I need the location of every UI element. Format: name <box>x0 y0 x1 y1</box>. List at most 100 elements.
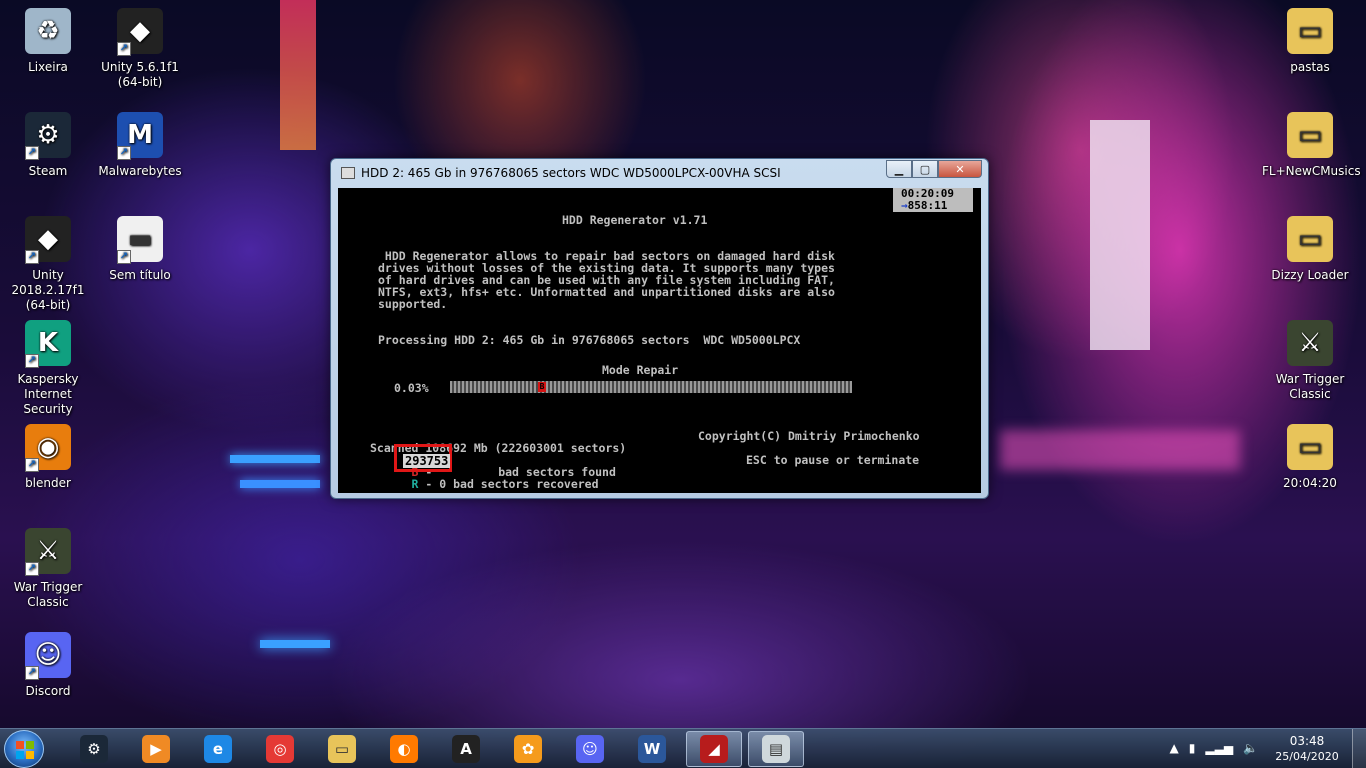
taskbar-hdd-regenerator[interactable]: ◢ <box>686 731 742 767</box>
console-icon: ▤ <box>762 735 790 763</box>
desktop-icon-pastas[interactable]: ▭ pastas <box>1262 8 1358 75</box>
console-app-icon <box>341 167 355 179</box>
recovered-prefix: R <box>411 477 419 491</box>
shortcut-arrow-icon: ↗ <box>25 250 39 264</box>
desktop-icon-war-trigger-right[interactable]: ⚔ War Trigger Classic <box>1262 320 1358 402</box>
unity-icon: ◆ ↗ <box>117 8 163 56</box>
desktop-icon-dizzy-loader[interactable]: ▭ Dizzy Loader <box>1262 216 1358 283</box>
window-title: HDD 2: 465 Gb in 976768065 sectors WDC W… <box>361 166 781 180</box>
word-icon: W <box>638 735 666 763</box>
chrome-icon: ◎ <box>266 735 294 763</box>
desktop-icon-fl-newcmusics[interactable]: ▭ FL+NewCMusics <box>1262 112 1361 179</box>
war-trigger-icon: ⚔ ↗ <box>25 528 71 576</box>
maximize-icon: ▢ <box>919 162 931 176</box>
esc-hint: ESC to pause or terminate <box>746 453 920 467</box>
desktop-icon-discord[interactable]: ☺ ↗ Discord <box>0 632 96 699</box>
desktop-icon-sem-titulo[interactable]: ▬ ↗ Sem título <box>92 216 188 283</box>
wallpaper-neon-sign <box>280 0 316 150</box>
shortcut-arrow-icon: ↗ <box>25 146 39 160</box>
shortcut-arrow-icon: ↗ <box>117 250 131 264</box>
taskbar-discord[interactable]: ☺ <box>562 731 618 767</box>
steam-icon: ⚙ <box>80 735 108 763</box>
war-trigger-icon: ⚔ <box>1287 320 1333 366</box>
unity-icon: ◆ ↗ <box>25 216 71 264</box>
desktop-icon-blender[interactable]: ◉ ↗ blender <box>0 424 96 491</box>
desktop-icon-unity-561[interactable]: ◆ ↗ Unity 5.6.1f1 (64-bit) <box>92 8 188 90</box>
volume-icon[interactable]: 🔈 <box>1243 741 1258 755</box>
shortcut-arrow-icon: ↗ <box>117 146 131 160</box>
folder-icon: ▭ <box>328 735 356 763</box>
kaspersky-icon: K ↗ <box>25 320 71 368</box>
desktop-icon-folder-date[interactable]: ▭ 20:04:20 <box>1262 424 1358 491</box>
malwarebytes-icon: M ↗ <box>117 112 163 160</box>
processing-line: Processing HDD 2: 465 Gb in 976768065 se… <box>378 333 801 347</box>
discord-icon: ☺ <box>576 735 604 763</box>
folder-icon: ▭ <box>1287 424 1333 470</box>
ie-icon: e <box>204 735 232 763</box>
firefox-icon: ◐ <box>390 735 418 763</box>
blender-icon: ◉ ↗ <box>25 424 71 472</box>
document-icon: ▬ ↗ <box>117 216 163 264</box>
taskbar-chrome[interactable]: ◎ <box>252 731 308 767</box>
show-desktop-button[interactable] <box>1352 729 1366 768</box>
wallpaper-neon-sign <box>260 640 330 648</box>
desktop-icon-label: FL+NewCMusics <box>1262 164 1361 178</box>
shortcut-arrow-icon: ↗ <box>117 42 131 56</box>
folder-icon: ▭ <box>1287 216 1333 262</box>
desktop-icon-label: Malwarebytes <box>98 164 182 178</box>
desktop-icon-label: blender <box>25 476 71 490</box>
desktop-icon-unity-2018[interactable]: ◆ ↗ Unity 2018.2.17f1 (64-bit) <box>0 216 96 313</box>
desktop-icon-label: Sem título <box>109 268 171 282</box>
desktop-icon-label: Dizzy Loader <box>1271 268 1349 282</box>
folder-icon: ▭ <box>1287 8 1333 54</box>
fl-studio-icon: ✿ <box>514 735 542 763</box>
mode-label: Mode Repair <box>602 363 679 377</box>
hdd-regenerator-window[interactable]: HDD 2: 465 Gb in 976768065 sectors WDC W… <box>330 158 989 499</box>
taskbar-fl-studio[interactable]: ✿ <box>500 731 556 767</box>
taskbar-internet-explorer[interactable]: e <box>190 731 246 767</box>
desktop-icon-kaspersky[interactable]: K ↗ Kaspersky Internet Security <box>0 320 96 417</box>
shortcut-arrow-icon: ↗ <box>25 666 39 680</box>
desktop-icon-steam[interactable]: ⚙ ↗ Steam <box>0 112 96 179</box>
bad-sector-count: 293753 <box>403 454 451 468</box>
desktop-icon-label: Steam <box>28 164 68 178</box>
desktop-icon-label: 20:04:20 <box>1283 476 1337 490</box>
desktop-icon-recycle-bin[interactable]: ♻ Lixeira <box>0 8 96 75</box>
taskbar-firefox[interactable]: ◐ <box>376 731 432 767</box>
desktop-icon-label: Unity 2018.2.17f1 (64-bit) <box>11 268 85 312</box>
battery-icon[interactable]: ▮ <box>1189 741 1196 755</box>
start-button[interactable] <box>4 730 44 768</box>
shortcut-arrow-icon: ↗ <box>25 458 39 472</box>
taskbar-media-player[interactable]: ▶ <box>128 731 184 767</box>
taskbar-file-explorer[interactable]: ▭ <box>314 731 370 767</box>
minimize-button[interactable]: ▁ <box>886 160 912 178</box>
clock[interactable]: 03:48 25/04/2020 <box>1272 734 1342 764</box>
steam-icon: ⚙ ↗ <box>25 112 71 160</box>
folder-icon: ▭ <box>1287 112 1333 158</box>
chevron-up-icon[interactable]: ▲ <box>1170 741 1179 755</box>
recovered-text: - 0 bad sectors recovered <box>425 477 599 491</box>
desktop-icon-malwarebytes[interactable]: M ↗ Malwarebytes <box>92 112 188 179</box>
windows-logo-icon <box>16 741 34 759</box>
a-circle-icon: A <box>452 735 480 763</box>
timer-panel: 00:20:09 →858:11 <box>893 188 973 212</box>
timer-remaining: 858:11 <box>907 199 948 212</box>
maximize-button[interactable]: ▢ <box>912 160 938 178</box>
progress-bar: B <box>450 381 852 393</box>
clock-time: 03:48 <box>1289 734 1325 748</box>
taskbar-console-window[interactable]: ▤ <box>748 731 804 767</box>
shortcut-arrow-icon: ↗ <box>25 562 39 576</box>
taskbar-word[interactable]: W <box>624 731 680 767</box>
wallpaper-neon-sign <box>1000 430 1240 470</box>
desktop-icon-label: Unity 5.6.1f1 (64-bit) <box>101 60 179 89</box>
taskbar-avast-app[interactable]: A <box>438 731 494 767</box>
desktop-icon-label: Kaspersky Internet Security <box>17 372 79 416</box>
signal-icon[interactable]: ▂▃▅ <box>1205 741 1233 755</box>
wallpaper-neon-sign <box>230 455 320 463</box>
taskbar: ⚙ ▶ e ◎ ▭ ◐ A ✿ ☺ W ◢ ▤ ▲ ▮ ▂▃▅ 🔈 03:48 25/04/2020 <box>0 728 1366 768</box>
desktop-icon-war-trigger-left[interactable]: ⚔ ↗ War Trigger Classic <box>0 528 96 610</box>
hdd-regenerator-icon: ◢ <box>700 735 728 763</box>
recycle-bin-icon: ♻ <box>25 8 71 54</box>
close-button[interactable]: ✕ <box>938 160 982 178</box>
taskbar-steam[interactable]: ⚙ <box>66 731 122 767</box>
